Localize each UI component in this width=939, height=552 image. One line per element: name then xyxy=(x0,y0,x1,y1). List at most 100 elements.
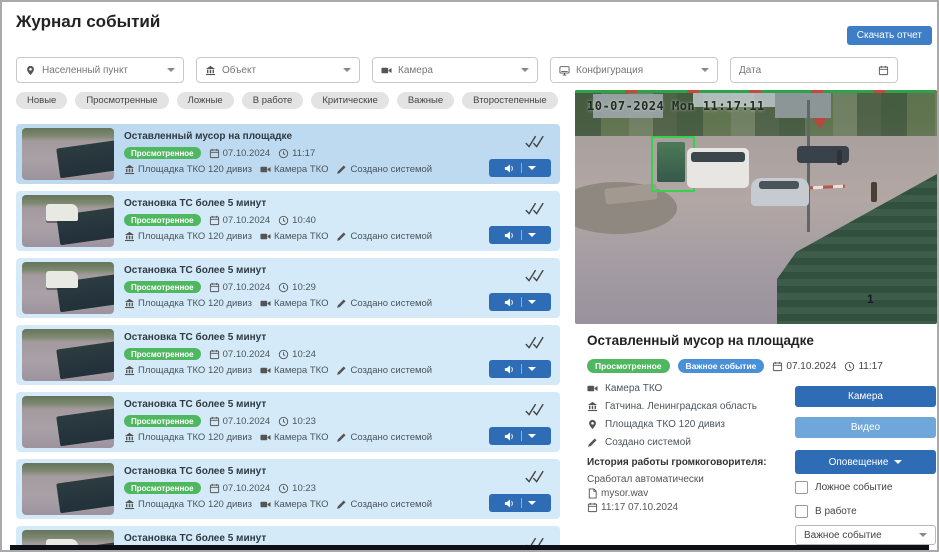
car-shape xyxy=(751,178,809,206)
speaker-button[interactable] xyxy=(489,293,551,311)
status-badge: Просмотренное xyxy=(124,147,201,159)
divider xyxy=(521,163,522,173)
checkbox-label: Ложное событие xyxy=(815,482,893,493)
detail-object: Площадка ТКО 120 дивиз xyxy=(587,419,757,430)
speaker-icon xyxy=(504,364,513,374)
camera-icon xyxy=(260,501,271,508)
event-date: 07.10.2024 xyxy=(209,148,270,159)
event-row[interactable]: Остановка ТС более 5 минут Просмотренное… xyxy=(16,392,560,452)
filter-settlement-select[interactable]: Населенный пункт xyxy=(16,57,184,83)
download-report-button[interactable]: Скачать отчет xyxy=(846,26,932,45)
calendar-icon xyxy=(209,214,219,225)
status-badge: Просмотренное xyxy=(587,359,670,373)
event-thumbnail[interactable] xyxy=(22,396,114,448)
detail-camera: Камера ТКО xyxy=(587,383,757,394)
event-object: Площадка ТКО 120 дивиз xyxy=(124,164,252,175)
filter-date-input[interactable]: Дата xyxy=(730,57,898,83)
divider xyxy=(521,297,522,307)
chip-new[interactable]: Новые xyxy=(16,92,68,109)
building-icon xyxy=(587,401,598,412)
filter-camera-select[interactable]: Камера xyxy=(372,57,538,83)
chevron-down-icon xyxy=(521,68,529,72)
chip-important[interactable]: Важные xyxy=(396,92,455,109)
event-thumbnail[interactable] xyxy=(22,128,114,180)
event-thumbnail[interactable] xyxy=(22,262,114,314)
event-meta: Площадка ТКО 120 дивиз Камера ТКО Создан… xyxy=(124,231,464,242)
filter-label: Объект xyxy=(222,64,257,76)
pencil-icon xyxy=(337,433,347,442)
event-date: 07.10.2024 xyxy=(209,415,270,427)
event-camera: Камера ТКО xyxy=(260,231,328,242)
event-thumbnail[interactable] xyxy=(22,329,114,381)
bus-shape xyxy=(46,204,78,221)
filter-configuration-select[interactable]: Конфигурация xyxy=(550,57,718,83)
event-meta: Площадка ТКО 120 дивиз Камера ТКО Создан… xyxy=(124,499,464,510)
divider xyxy=(521,230,522,240)
event-row[interactable]: Оставленный мусор на площадке Просмотрен… xyxy=(16,124,560,184)
event-meta: Площадка ТКО 120 дивиз Камера ТКО Создан… xyxy=(124,432,464,443)
importance-select[interactable]: Важное событие xyxy=(795,525,936,545)
speaker-button[interactable] xyxy=(489,360,551,378)
filter-object-select[interactable]: Объект xyxy=(196,57,360,83)
importance-select-value: Важное событие xyxy=(804,529,882,541)
event-badges: Просмотренное 07.10.2024 10:23 xyxy=(124,415,464,427)
speaker-button[interactable] xyxy=(489,494,551,512)
camera-preview[interactable]: 10-07-2024 Mon 11:17:11 1 xyxy=(575,90,937,324)
event-object: Площадка ТКО 120 дивиз xyxy=(124,231,252,242)
calendar-icon xyxy=(587,502,598,513)
chip-critical[interactable]: Критические xyxy=(311,92,389,109)
event-row[interactable]: Остановка ТС более 5 минут Просмотренное… xyxy=(16,325,560,385)
filter-label: Дата xyxy=(739,64,762,76)
event-thumbnail[interactable] xyxy=(22,463,114,515)
event-camera: Камера ТКО xyxy=(260,164,328,175)
chip-viewed[interactable]: Просмотренные xyxy=(75,92,169,109)
checkbox-box[interactable] xyxy=(795,505,808,518)
chip-secondary[interactable]: Второстепенные xyxy=(462,92,558,109)
camera-button[interactable]: Камера xyxy=(795,386,936,407)
event-camera: Камера ТКО xyxy=(260,298,328,309)
false-event-checkbox[interactable]: Ложное событие xyxy=(795,481,892,494)
double-check-icon xyxy=(525,470,544,483)
event-time: 10:23 xyxy=(278,483,316,494)
camera-icon xyxy=(260,166,271,173)
calendar-icon xyxy=(773,360,783,371)
event-journal-page: Журнал событий Скачать отчет Населенный … xyxy=(0,0,939,552)
alert-button[interactable]: Оповещение xyxy=(795,450,936,474)
chevron-down-icon xyxy=(343,68,351,72)
event-title: Остановка ТС более 5 минут xyxy=(124,399,267,410)
chip-false[interactable]: Ложные xyxy=(176,92,234,109)
status-badge: Просмотренное xyxy=(124,348,201,360)
event-camera: Камера ТКО xyxy=(260,499,328,510)
speaker-button[interactable] xyxy=(489,427,551,445)
event-body: Оставленный мусор на площадке Просмотрен… xyxy=(124,124,464,175)
chevron-down-icon xyxy=(894,460,903,464)
calendar-icon xyxy=(209,415,219,426)
chip-in-progress[interactable]: В работе xyxy=(241,92,304,109)
location-pin-icon xyxy=(589,419,596,430)
filter-label: Населенный пункт xyxy=(42,64,129,76)
event-row[interactable]: Остановка ТС более 5 минут Просмотренное… xyxy=(16,258,560,318)
detail-title: Оставленный мусор на площадке xyxy=(587,333,814,348)
event-badges: Просмотренное 07.10.2024 10:40 xyxy=(124,214,464,226)
chevron-down-icon xyxy=(528,367,536,371)
pencil-icon xyxy=(337,500,347,509)
building-icon xyxy=(205,65,216,75)
event-meta: Площадка ТКО 120 дивиз Камера ТКО Создан… xyxy=(124,164,464,175)
event-object: Площадка ТКО 120 дивиз xyxy=(124,298,252,309)
speaker-icon xyxy=(504,297,513,307)
in-progress-checkbox[interactable]: В работе xyxy=(795,505,857,518)
speaker-icon xyxy=(504,431,513,441)
event-thumbnail[interactable] xyxy=(22,195,114,247)
event-row[interactable]: Остановка ТС более 5 минут Просмотренное… xyxy=(16,459,560,519)
event-title: Остановка ТС более 5 минут xyxy=(124,198,267,209)
osd-color-strip xyxy=(575,90,937,93)
speaker-button[interactable] xyxy=(489,226,551,244)
double-check-icon xyxy=(525,135,544,148)
video-button[interactable]: Видео xyxy=(795,417,936,438)
page-title: Журнал событий xyxy=(16,12,161,31)
detail-location: Гатчина. Ленинградская область xyxy=(587,401,757,412)
speaker-button[interactable] xyxy=(489,159,551,177)
checkbox-box[interactable] xyxy=(795,481,808,494)
event-body: Остановка ТС более 5 минут Просмотренное… xyxy=(124,459,464,510)
event-row[interactable]: Остановка ТС более 5 минут Просмотренное… xyxy=(16,191,560,251)
